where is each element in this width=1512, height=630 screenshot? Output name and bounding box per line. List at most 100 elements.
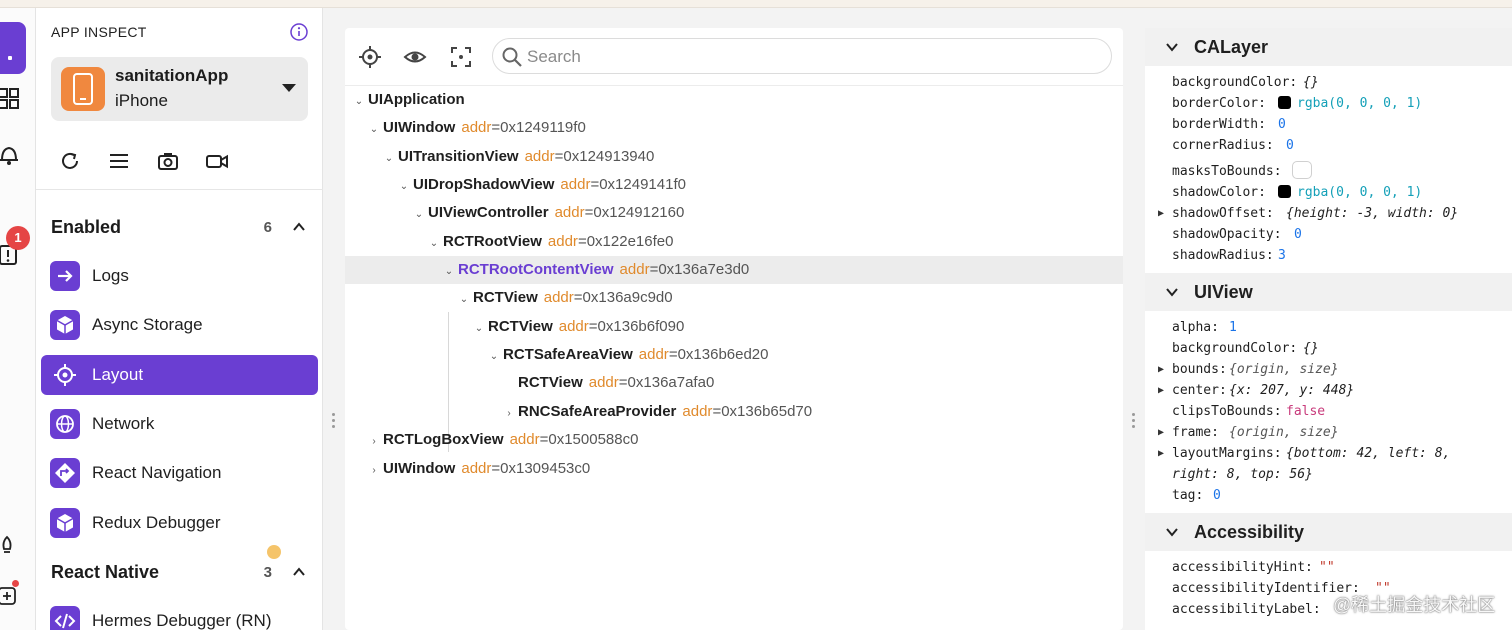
device-selector[interactable]: sanitationApp iPhone xyxy=(51,57,308,121)
node-name: RNCSafeAreaProvider xyxy=(518,403,677,420)
section-header-calayer[interactable]: CALayer xyxy=(1145,28,1512,66)
prop-row[interactable]: ▶ bounds: {origin, size} xyxy=(1145,359,1512,380)
search-box[interactable] xyxy=(492,38,1112,74)
target-icon[interactable] xyxy=(358,45,382,69)
plugin-item-layout[interactable]: Layout xyxy=(41,355,318,395)
plugin-label: Redux Debugger xyxy=(92,513,221,532)
prop-row: shadowRadius: 3 xyxy=(1172,248,1286,263)
tree-row[interactable]: ⌄ RCTView addr=0x136a9c9d0 xyxy=(345,284,1123,312)
sidebar-title: APP INSPECT xyxy=(51,24,147,40)
node-name: UITransitionView xyxy=(398,148,519,165)
color-swatch[interactable] xyxy=(1278,185,1291,198)
prop-row[interactable]: ▶ layoutMargins: {bottom: 42, left: 8, xyxy=(1145,443,1512,464)
camera-icon[interactable] xyxy=(156,149,180,173)
chevron-down-icon[interactable]: ⌄ xyxy=(458,286,470,314)
search-input[interactable] xyxy=(527,45,1087,69)
plugin-item-async-storage[interactable]: Async Storage xyxy=(41,305,318,345)
prop-row: accessibilityHint: "" xyxy=(1172,560,1335,575)
chevron-down-icon[interactable]: ⌄ xyxy=(473,315,485,343)
prop-row: borderWidth: 0 xyxy=(1172,117,1286,132)
node-name: RCTRootContentView xyxy=(458,261,614,278)
tree-row[interactable]: ⌄ RCTSafeAreaView addr=0x136b6ed20 xyxy=(345,341,1123,369)
chevron-down-icon[interactable]: ⌄ xyxy=(428,230,440,258)
chevron-down-icon[interactable]: ⌄ xyxy=(413,201,425,229)
sidebar: APP INSPECT sanitationApp iPhone Enabled… xyxy=(36,8,323,630)
chevron-down-icon[interactable]: ⌄ xyxy=(398,173,410,201)
chevron-up-icon[interactable] xyxy=(292,220,306,234)
info-icon[interactable] xyxy=(290,23,308,41)
tree-row[interactable]: ⌄ RCTView addr=0x136b6f090 xyxy=(345,313,1123,341)
node-name: RCTSafeAreaView xyxy=(503,346,633,363)
section-title: Accessibility xyxy=(1194,522,1305,542)
prop-row: clipsToBounds: false xyxy=(1172,404,1326,419)
plugin-label: Layout xyxy=(92,365,144,384)
attribute-inspector: CALayer backgroundColor:{} borderColor: r… xyxy=(1145,28,1512,630)
chevron-down-icon[interactable]: ⌄ xyxy=(443,258,455,286)
tree-row[interactable]: › RNCSafeAreaProvider addr=0x136b65d70 xyxy=(345,398,1123,426)
section-title: CALayer xyxy=(1194,37,1269,57)
triangle-right-icon: ▶ xyxy=(1158,385,1165,396)
plugin-item-hermes-debugger[interactable]: Hermes Debugger (RN) xyxy=(41,601,318,630)
prop-row: shadowOpacity: 0 xyxy=(1172,227,1302,242)
layout-toolbar xyxy=(345,28,1123,86)
node-name: RCTRootView xyxy=(443,233,542,250)
eye-icon[interactable] xyxy=(403,45,427,69)
prop-row[interactable]: ▶ center: {x: 207, y: 448} xyxy=(1145,380,1512,401)
arrow-right-icon xyxy=(50,261,80,291)
notification-badge: 1 xyxy=(6,226,30,250)
section-enabled[interactable]: Enabled 6 xyxy=(51,217,308,239)
section-title: UIView xyxy=(1194,282,1253,302)
chevron-down-icon[interactable]: ⌄ xyxy=(488,343,500,371)
checkbox[interactable] xyxy=(1292,161,1312,179)
chevron-up-icon[interactable] xyxy=(292,565,306,579)
prop-row[interactable]: ▶ shadowOffset: {height: -3, width: 0} xyxy=(1145,203,1512,224)
section-react-native[interactable]: React Native 3 xyxy=(51,562,308,584)
plugin-label: React Navigation xyxy=(92,463,222,482)
chevron-right-icon[interactable]: › xyxy=(368,457,380,485)
menu-icon[interactable] xyxy=(107,149,131,173)
rocket-icon[interactable] xyxy=(0,534,20,556)
section-header-accessibility[interactable]: Accessibility xyxy=(1145,513,1512,551)
tree-row[interactable]: RCTView addr=0x136a7afa0 xyxy=(345,369,1123,397)
tree-row[interactable]: ⌄ UIViewController addr=0x124912160 xyxy=(345,199,1123,227)
chevron-right-icon[interactable]: › xyxy=(368,428,380,456)
expand-icon[interactable] xyxy=(449,45,473,69)
plugin-item-react-navigation[interactable]: React Navigation xyxy=(41,453,318,493)
prop-row: shadowColor: rgba(0, 0, 0, 1) xyxy=(1172,185,1423,200)
plugin-item-network[interactable]: Network xyxy=(41,404,318,444)
chevron-down-icon[interactable] xyxy=(1165,285,1179,299)
prop-row: backgroundColor:{} xyxy=(1172,75,1319,90)
app-tile-icon[interactable] xyxy=(0,22,26,74)
phone-icon xyxy=(61,67,105,111)
tree-row[interactable]: ⌄ RCTRootView addr=0x122e16fe0 xyxy=(345,228,1123,256)
update-dot xyxy=(12,580,19,587)
chevron-down-icon[interactable]: ⌄ xyxy=(383,145,395,173)
plugin-label: Hermes Debugger (RN) xyxy=(92,611,272,630)
diamond-arrow-icon xyxy=(50,458,80,488)
plugin-item-redux-debugger[interactable]: Redux Debugger xyxy=(41,503,318,543)
chevron-down-icon[interactable]: ⌄ xyxy=(353,88,365,116)
chevron-down-icon[interactable] xyxy=(1165,40,1179,54)
tree-row-selected[interactable]: ⌄ RCTRootContentView addr=0x136a7e3d0 xyxy=(345,256,1123,284)
prop-row[interactable]: ▶ frame: {origin, size} xyxy=(1145,422,1512,443)
resize-handle[interactable] xyxy=(332,413,336,433)
tree-row[interactable]: ⌄ UIApplication xyxy=(345,86,1123,114)
video-camera-icon[interactable] xyxy=(205,149,229,173)
color-swatch[interactable] xyxy=(1278,96,1291,109)
plugin-add-icon[interactable] xyxy=(0,584,20,606)
section-header-uiview[interactable]: UIView xyxy=(1145,273,1512,311)
resize-handle[interactable] xyxy=(1132,413,1136,433)
tree-row[interactable]: › RCTLogBoxView addr=0x1500588c0 xyxy=(345,426,1123,454)
chevron-down-icon[interactable] xyxy=(1165,525,1179,539)
plugin-item-logs[interactable]: Logs xyxy=(41,256,318,296)
chevron-down-icon[interactable]: ⌄ xyxy=(368,116,380,144)
tree-row[interactable]: ⌄ UITransitionView addr=0x124913940 xyxy=(345,143,1123,171)
tree-row[interactable]: ⌄ UIDropShadowView addr=0x1249141f0 xyxy=(345,171,1123,199)
chevron-right-icon[interactable]: › xyxy=(503,400,515,428)
bell-icon[interactable] xyxy=(0,144,20,166)
refresh-icon[interactable] xyxy=(58,149,82,173)
tree-row[interactable]: ⌄ UIWindow addr=0x1249119f0 xyxy=(345,114,1123,142)
tree-row[interactable]: › UIWindow addr=0x1309453c0 xyxy=(345,455,1123,483)
layout-tree-panel: ⌄UIApplication ⌄UIWindowaddr=0x1249119f0… xyxy=(345,28,1123,630)
grid-icon[interactable] xyxy=(0,88,20,110)
